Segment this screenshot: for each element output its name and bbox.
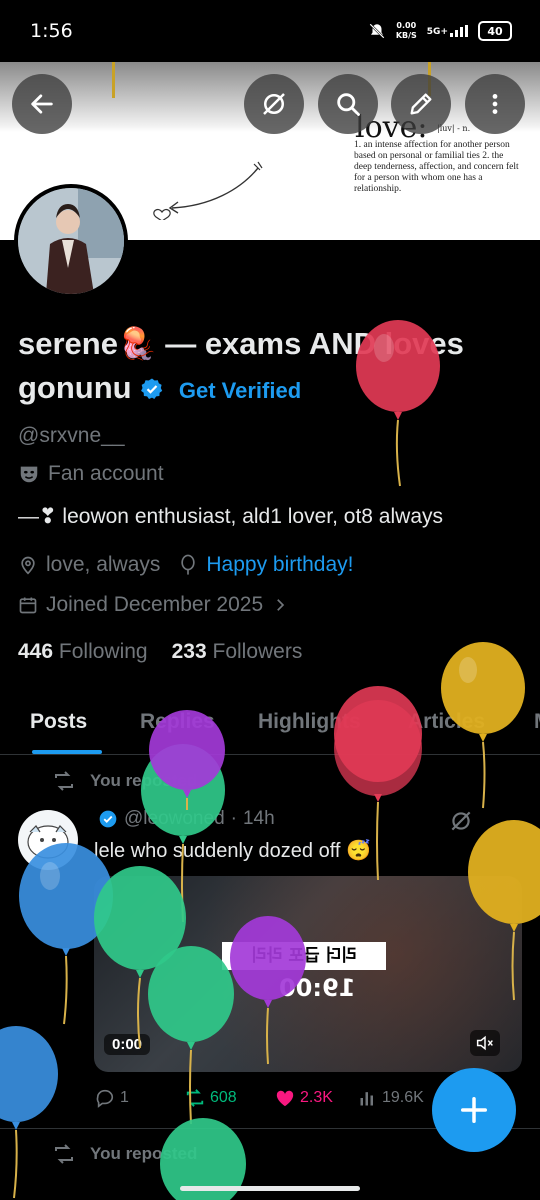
verified-badge-icon (99, 810, 117, 828)
reply-button[interactable]: 1 (94, 1088, 129, 1108)
profile-location: love, always (46, 553, 161, 576)
profile-avatar[interactable] (14, 184, 128, 298)
grok-button[interactable] (244, 74, 304, 134)
repost-icon (55, 771, 73, 791)
battery-icon: 40 (478, 21, 512, 41)
red-balloon (334, 686, 422, 881)
yellow-balloon (441, 642, 525, 809)
more-options-button[interactable] (465, 74, 525, 134)
network-indicator: 5G+ (427, 25, 468, 37)
balloon-icon (181, 554, 196, 575)
search-icon (337, 93, 360, 116)
yellow-balloon (468, 820, 540, 1001)
back-arrow-icon (31, 94, 53, 114)
jellyfish-emoji: 🪼 (117, 326, 157, 361)
compose-button[interactable] (432, 1068, 516, 1152)
follow-counts: 446 Following 233 Followers (18, 640, 302, 664)
arrow-doodle-icon (153, 161, 263, 220)
profile-bio: —❣ leowon enthusiast, ald1 lover, ot8 al… (18, 505, 443, 528)
profile-joined: Joined December 2025 (46, 593, 264, 616)
profile-joined-row[interactable]: Joined December 2025 (18, 593, 289, 617)
bar-chart-icon (360, 1092, 373, 1106)
profile-meta-row: love, always Happy birthday! (18, 553, 353, 577)
active-tab-indicator (32, 750, 102, 754)
net-speed: 0.00 KB/S (395, 21, 417, 40)
tab-posts[interactable]: Posts (30, 710, 87, 734)
status-bar: 1:56 0.00 KB/S 5G+ 40 (0, 0, 540, 62)
red-balloon (356, 320, 440, 487)
balloon-string (112, 62, 115, 98)
calendar-icon (19, 597, 37, 614)
search-button[interactable] (318, 74, 378, 134)
followers-link[interactable]: 233 Followers (172, 640, 303, 664)
edit-button[interactable] (391, 74, 451, 134)
back-button[interactable] (12, 74, 72, 134)
mute-button[interactable] (470, 1030, 500, 1056)
avatar-photo (18, 188, 124, 294)
purple-balloon (149, 710, 225, 810)
tweet-time: 14h (242, 808, 275, 829)
status-icons: 0.00 KB/S 5G+ 40 (368, 21, 512, 41)
person-photo (18, 188, 124, 294)
tab-media[interactable]: M (534, 710, 540, 734)
profile-handle: @srxvne__ (18, 424, 125, 447)
following-link[interactable]: 446 Following (18, 640, 148, 664)
heart-icon (276, 1090, 294, 1107)
location-pin-icon (21, 556, 35, 575)
get-verified-button[interactable]: Get Verified (179, 378, 301, 403)
green-balloon (148, 946, 234, 1125)
verified-badge-icon (141, 378, 163, 399)
love-definition: 1. an intense affection for another pers… (354, 140, 519, 194)
reply-icon (96, 1089, 114, 1108)
status-time: 1:56 (30, 20, 73, 42)
birthday-link[interactable]: Happy birthday! (206, 553, 353, 577)
blue-balloon (0, 1026, 58, 1199)
plus-icon (461, 1097, 487, 1123)
mask-icon (20, 466, 38, 483)
profile-display-name: serene🪼 — exams AND loves gonunu Get Ver… (18, 326, 464, 405)
purple-balloon (230, 916, 306, 1065)
pencil-icon (410, 93, 432, 115)
views-button[interactable]: 19.6K (358, 1088, 424, 1108)
mute-notification-icon (369, 23, 385, 39)
home-indicator[interactable] (180, 1186, 360, 1191)
like-button[interactable]: 2.3K (274, 1088, 333, 1108)
profile-category: Fan account (18, 462, 164, 486)
speaker-muted-icon (476, 1035, 493, 1051)
grok-icon (263, 93, 285, 115)
more-vertical-icon (492, 94, 498, 114)
chevron-right-icon (277, 599, 285, 611)
signal-icon (450, 25, 468, 37)
